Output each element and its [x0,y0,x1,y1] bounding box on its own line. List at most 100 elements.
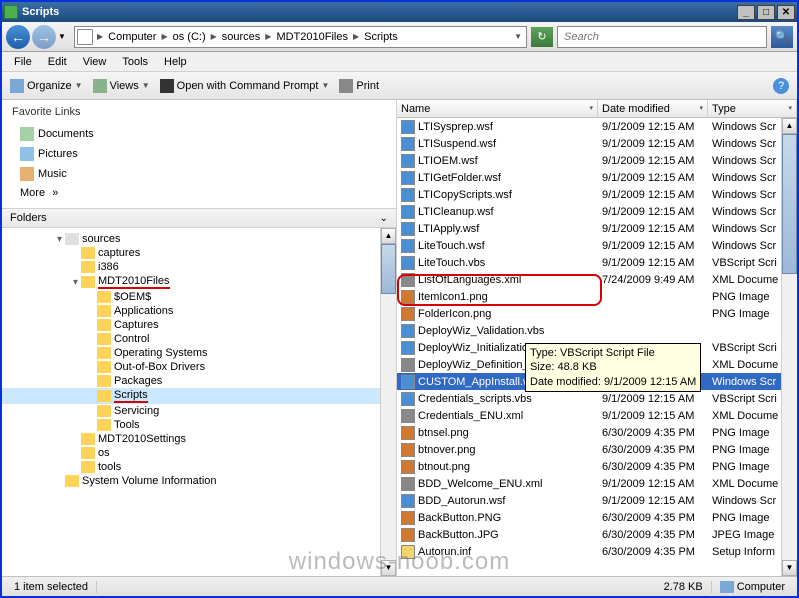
file-row[interactable]: ListOfLanguages.xml7/24/2009 9:49 AMXML … [397,271,797,288]
expand-toggle-icon[interactable]: ▾ [54,234,65,245]
chevron-down-icon[interactable]: ▼ [512,32,524,41]
minimize-button[interactable]: _ [737,5,755,20]
crumb-sources[interactable]: sources [219,27,264,47]
tree-item[interactable]: Scripts [2,388,396,404]
file-row[interactable]: Credentials_scripts.vbs9/1/2009 12:15 AM… [397,390,797,407]
file-row[interactable]: Credentials_ENU.xml9/1/2009 12:15 AMXML … [397,407,797,424]
crumb-drive[interactable]: os (C:) [170,27,209,47]
crumb-scripts[interactable]: Scripts [361,27,401,47]
search-button[interactable]: 🔍 [771,26,793,48]
tree-item[interactable]: $OEM$ [2,290,396,304]
file-row[interactable]: BackButton.PNG6/30/2009 4:35 PMPNG Image [397,509,797,526]
tree-label: i386 [98,261,119,273]
history-dropdown[interactable]: ▼ [58,25,68,49]
back-button[interactable]: ← [6,25,30,49]
file-date-label: 9/1/2009 12:15 AM [598,240,708,252]
tree-item[interactable]: Packages [2,374,396,388]
file-row[interactable]: LTIApply.wsf9/1/2009 12:15 AMWindows Scr [397,220,797,237]
tree-item[interactable]: ▾sources [2,232,396,246]
tree-item[interactable]: System Volume Information [2,474,396,488]
tree-item[interactable]: tools [2,460,396,474]
tree-item[interactable]: Out-of-Box Drivers [2,360,396,374]
file-row[interactable]: LiteTouch.vbs9/1/2009 12:15 AMVBScript S… [397,254,797,271]
file-row[interactable]: BDD_Welcome_ENU.xml9/1/2009 12:15 AMXML … [397,475,797,492]
search-box[interactable] [557,26,767,48]
fav-more[interactable]: More » [12,184,386,202]
file-row[interactable]: btnover.png6/30/2009 4:35 PMPNG Image [397,441,797,458]
tree-item[interactable]: ▾MDT2010Files [2,274,396,290]
menu-view[interactable]: View [75,56,115,68]
chevron-down-icon: ⌄ [380,213,388,224]
file-row[interactable]: DeployWiz_Validation.vbs [397,322,797,339]
music-icon [20,167,34,181]
chevron-down-icon[interactable]: ▾ [699,100,703,118]
tree-scrollbar[interactable]: ▲ ▼ [380,228,396,576]
tree-item[interactable]: Applications [2,304,396,318]
maximize-button[interactable]: □ [757,5,775,20]
file-scrollbar[interactable]: ▲ ▼ [781,118,797,576]
search-input[interactable] [562,30,762,44]
breadcrumb[interactable]: ▶ Computer ▶ os (C:) ▶ sources ▶ MDT2010… [74,26,527,48]
print-button[interactable]: Print [339,79,379,93]
scroll-down-button[interactable]: ▼ [782,560,797,576]
forward-button[interactable]: → [32,25,56,49]
menu-edit[interactable]: Edit [40,56,75,68]
file-row[interactable]: BackButton.JPG6/30/2009 4:35 PMJPEG Imag… [397,526,797,543]
scroll-thumb[interactable] [782,134,797,274]
col-date[interactable]: Date modified▾ [598,100,708,118]
crumb-computer[interactable]: Computer [105,27,159,47]
open-with-button[interactable]: Open with Command Prompt ▼ [160,79,330,93]
tree-item[interactable]: Captures [2,318,396,332]
tree-item[interactable]: captures [2,246,396,260]
file-row[interactable]: LTICleanup.wsf9/1/2009 12:15 AMWindows S… [397,203,797,220]
menu-file[interactable]: File [6,56,40,68]
fav-pictures[interactable]: Pictures [12,144,386,164]
tree-item[interactable]: Servicing [2,404,396,418]
help-button[interactable]: ? [773,78,789,94]
file-name-label: LTIGetFolder.wsf [418,172,501,184]
scroll-up-button[interactable]: ▲ [381,228,396,244]
col-name[interactable]: Name▾ [397,100,598,118]
scroll-down-button[interactable]: ▼ [381,560,396,576]
tree-item[interactable]: Tools [2,418,396,432]
crumb-mdt[interactable]: MDT2010Files [273,27,351,47]
file-row[interactable]: LTISuspend.wsf9/1/2009 12:15 AMWindows S… [397,135,797,152]
file-icon [401,307,415,321]
file-row[interactable]: LTIOEM.wsf9/1/2009 12:15 AMWindows Scr [397,152,797,169]
tree-item[interactable]: i386 [2,260,396,274]
tree-item[interactable]: MDT2010Settings [2,432,396,446]
fav-documents[interactable]: Documents [12,124,386,144]
fav-music[interactable]: Music [12,164,386,184]
file-row[interactable]: FolderIcon.pngPNG Image [397,305,797,322]
chevron-down-icon[interactable]: ▾ [589,100,593,118]
file-row[interactable]: ItemIcon1.pngPNG Image [397,288,797,305]
file-row[interactable]: btnout.png6/30/2009 4:35 PMPNG Image [397,458,797,475]
col-type[interactable]: Type▾ [708,100,797,118]
file-row[interactable]: BDD_Autorun.wsf9/1/2009 12:15 AMWindows … [397,492,797,509]
file-row[interactable]: Autorun.inf6/30/2009 4:35 PMSetup Inform [397,543,797,560]
tree-label: Servicing [114,405,159,417]
organize-button[interactable]: Organize ▼ [10,79,83,93]
file-date-label: 9/1/2009 12:15 AM [598,121,708,133]
expand-toggle-icon[interactable]: ▾ [70,277,81,288]
scroll-up-button[interactable]: ▲ [782,118,797,134]
file-row[interactable]: LTIGetFolder.wsf9/1/2009 12:15 AMWindows… [397,169,797,186]
menu-help[interactable]: Help [156,56,195,68]
refresh-button[interactable]: ↻ [531,27,553,47]
file-row[interactable]: LTICopyScripts.wsf9/1/2009 12:15 AMWindo… [397,186,797,203]
file-row[interactable]: LiteTouch.wsf9/1/2009 12:15 AMWindows Sc… [397,237,797,254]
chevron-down-icon[interactable]: ▾ [788,100,792,118]
file-row[interactable]: LTISysprep.wsf9/1/2009 12:15 AMWindows S… [397,118,797,135]
views-button[interactable]: Views ▼ [93,79,150,93]
tree-item[interactable]: os [2,446,396,460]
folders-header[interactable]: Folders ⌄ [2,208,396,228]
menu-tools[interactable]: Tools [114,56,156,68]
file-row[interactable]: btnsel.png6/30/2009 4:35 PMPNG Image [397,424,797,441]
close-button[interactable]: ✕ [777,5,795,20]
file-icon [401,545,415,559]
file-name-label: btnsel.png [418,427,469,439]
tree-item[interactable]: Control [2,332,396,346]
tree-item[interactable]: Operating Systems [2,346,396,360]
scroll-thumb[interactable] [381,244,396,294]
file-list[interactable]: LTISysprep.wsf9/1/2009 12:15 AMWindows S… [397,118,797,576]
